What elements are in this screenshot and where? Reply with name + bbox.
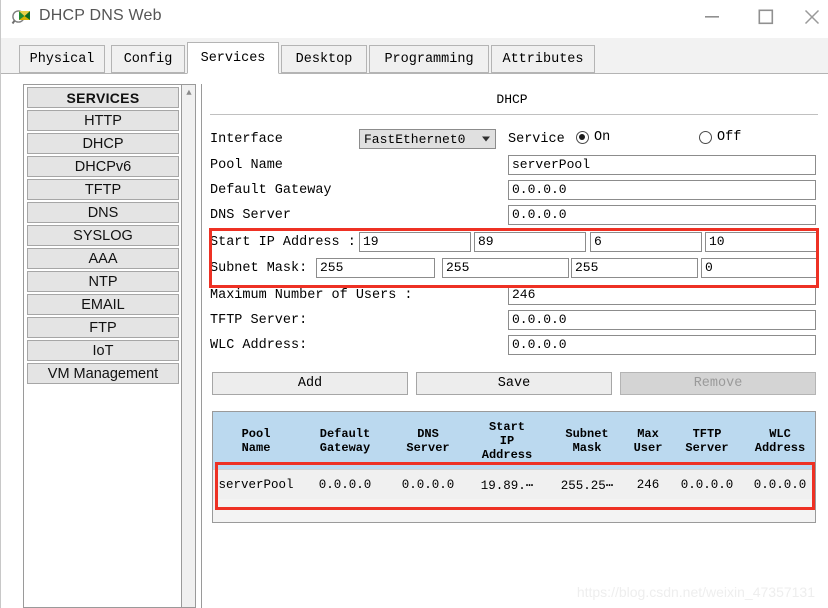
tftp-server-input[interactable]: 0.0.0.0 [508,310,816,330]
interface-select-value: FastEthernet0 [364,131,466,147]
max-users-label: Maximum Number of Users : [210,288,413,303]
service-on-radio[interactable]: On [576,130,610,145]
tab-desktop[interactable]: Desktop [281,45,367,73]
cell-dns-server: 0.0.0.0 [401,477,455,492]
remove-button: Remove [620,372,816,395]
column-header-max-user: Max User [633,426,663,455]
column-header-tftp-server: TFTP Server [685,426,729,455]
default-gateway-label: Default Gateway [210,183,332,198]
window-title: DHCP DNS Web [39,7,162,24]
sidebar-item-http[interactable]: HTTP [27,110,179,131]
tftp-server-label: TFTP Server: [210,313,308,328]
tab-services[interactable]: Services [187,42,279,74]
title-bar: DHCP DNS Web [1,0,828,38]
start-ip-octet-2[interactable]: 89 [474,232,586,252]
sidebar-item-tftp[interactable]: TFTP [27,179,179,200]
service-label: Service [508,132,565,147]
service-on-label: On [594,130,611,145]
save-button[interactable]: Save [416,372,612,395]
cell-start-ip: 19.89.⋯ [480,478,534,493]
subnet-mask-octet-3[interactable]: 255 [571,258,698,278]
start-ip-label: Start IP Address : [210,235,356,250]
subnet-mask-label: Subnet Mask: [210,261,308,276]
page-title: DHCP [496,92,528,107]
tab-programming[interactable]: Programming [369,45,489,73]
minimize-button[interactable] [689,0,735,34]
subnet-mask-octet-2[interactable]: 255 [442,258,569,278]
title-divider [210,114,818,115]
radio-off-icon [699,131,712,144]
wlc-address-input[interactable]: 0.0.0.0 [508,335,816,355]
cell-default-gateway: 0.0.0.0 [318,477,372,492]
dns-server-label: DNS Server [210,208,292,223]
content-area: SERVICES HTTP DHCP DHCPv6 TFTP DNS SYSLO… [1,74,828,608]
chevron-down-icon [482,136,490,142]
add-button[interactable]: Add [212,372,408,395]
start-ip-octet-3[interactable]: 6 [590,232,702,252]
max-users-input[interactable]: 246 [508,285,816,305]
sidebar-item-ntp[interactable]: NTP [27,271,179,292]
subnet-mask-octet-1[interactable]: 255 [316,258,435,278]
magnifier-package-icon [11,8,33,30]
maximize-button[interactable] [743,0,789,34]
pool-name-input[interactable]: serverPool [508,155,816,175]
start-ip-octet-4[interactable]: 10 [705,232,817,252]
radio-on-icon [576,131,589,144]
tab-bar: Physical Config Services Desktop Program… [1,38,828,74]
column-header-subnet-mask: Subnet Mask [565,426,609,455]
table-row[interactable]: serverPool 0.0.0.0 0.0.0.0 19.89.⋯ 255.2… [213,469,815,499]
sidebar-item-syslog[interactable]: SYSLOG [27,225,179,246]
watermark-text: https://blog.csdn.net/weixin_47357131 [576,584,815,600]
table-header-row: Pool Name Default Gateway DNS Server Start I… [213,412,815,469]
sidebar-item-iot[interactable]: IoT [27,340,179,361]
sidebar-item-email[interactable]: EMAIL [27,294,179,315]
pool-name-label: Pool Name [210,158,283,173]
cell-subnet-mask: 255.25⋯ [560,478,614,493]
sidebar-item-dns[interactable]: DNS [27,202,179,223]
default-gateway-input[interactable]: 0.0.0.0 [508,180,816,200]
service-off-label: Off [717,130,742,145]
cell-pool-name: serverPool [218,477,294,492]
tab-config[interactable]: Config [111,45,185,73]
start-ip-octet-1[interactable]: 19 [359,232,471,252]
dhcp-config-window: DHCP DNS Web Physical Config Services De… [0,0,828,608]
cell-tftp-server: 0.0.0.0 [680,477,734,492]
sidebar-item-ftp[interactable]: FTP [27,317,179,338]
column-header-start-ip: Start IP Address [481,419,533,462]
sidebar-header: SERVICES [27,87,179,108]
sidebar-scrollbar[interactable]: ▲ [181,85,195,607]
cell-max-user: 246 [636,477,660,492]
dhcp-pool-table: Pool Name Default Gateway DNS Server Start I… [212,411,816,523]
services-list: SERVICES HTTP DHCP DHCPv6 TFTP DNS SYSLO… [24,85,182,607]
sidebar-item-dhcpv6[interactable]: DHCPv6 [27,156,179,177]
cell-wlc-address: 0.0.0.0 [753,477,807,492]
sidebar-item-dhcp[interactable]: DHCP [27,133,179,154]
column-header-default-gateway: Default Gateway [319,426,371,455]
interface-label: Interface [210,132,283,147]
column-header-wlc-address: WLC Address [754,426,806,455]
subnet-mask-octet-4[interactable]: 0 [701,258,817,278]
sidebar-item-aaa[interactable]: AAA [27,248,179,269]
tab-physical[interactable]: Physical [19,45,105,73]
dhcp-panel: DHCP Interface FastEthernet0 Service On … [201,84,821,608]
interface-select[interactable]: FastEthernet0 [359,129,496,149]
column-header-pool-name: Pool Name [241,426,271,455]
sidebar-item-vm-management[interactable]: VM Management [27,363,179,384]
close-button[interactable] [797,0,827,34]
wlc-address-label: WLC Address: [210,338,308,353]
column-header-dns-server: DNS Server [406,426,450,455]
service-off-radio[interactable]: Off [699,130,741,145]
dns-server-input[interactable]: 0.0.0.0 [508,205,816,225]
chevron-up-icon[interactable]: ▲ [182,85,196,101]
services-sidebar: SERVICES HTTP DHCP DHCPv6 TFTP DNS SYSLO… [23,84,196,608]
tab-attributes[interactable]: Attributes [491,45,595,73]
